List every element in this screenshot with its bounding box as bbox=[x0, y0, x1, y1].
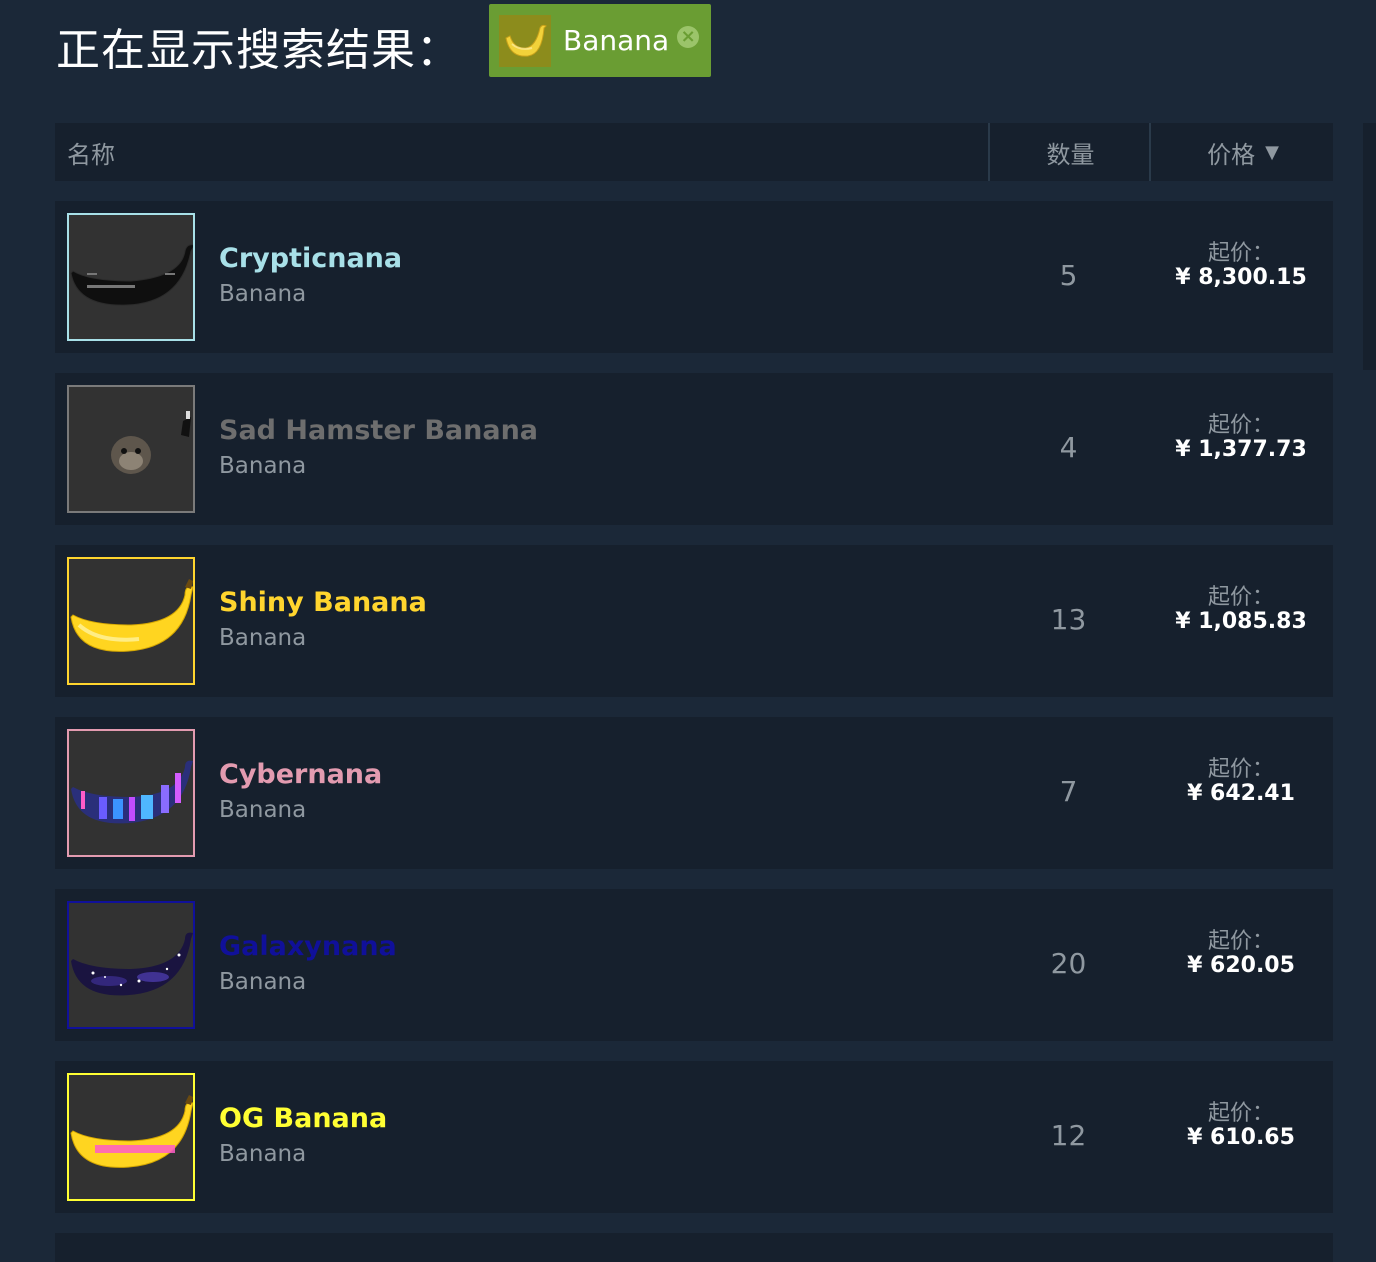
og-banana-icon bbox=[67, 1073, 195, 1201]
filter-tag-banana[interactable]: Banana × bbox=[489, 4, 711, 77]
item-name[interactable]: Galaxynana bbox=[219, 931, 397, 962]
item-name[interactable]: Cybernana bbox=[219, 759, 382, 790]
column-header-price[interactable]: 价格 ▼ bbox=[1149, 123, 1335, 181]
table-row[interactable]: Sad Hamster Banana Banana 4 起价： ¥ 1,377.… bbox=[55, 373, 1333, 525]
column-header-name: 名称 bbox=[67, 140, 115, 169]
hamster-banana-icon bbox=[67, 385, 195, 513]
filter-tag-label: Banana bbox=[563, 24, 670, 57]
item-name[interactable]: OG Banana bbox=[219, 1103, 387, 1134]
price-label: 起价： bbox=[1207, 585, 1274, 610]
item-price: ¥ 620.05 bbox=[1187, 953, 1295, 978]
item-name[interactable]: Sad Hamster Banana bbox=[219, 415, 538, 446]
item-price: ¥ 8,300.15 bbox=[1175, 265, 1307, 290]
scrollbar[interactable] bbox=[1363, 123, 1376, 370]
column-header-price-label: 价格 bbox=[1207, 140, 1256, 169]
price-label: 起价： bbox=[1207, 757, 1274, 782]
price-label: 起价： bbox=[1207, 413, 1274, 438]
price-label: 起价： bbox=[1207, 1101, 1274, 1126]
item-game: Banana bbox=[219, 281, 307, 307]
close-circle-icon[interactable]: × bbox=[677, 25, 700, 48]
cryptic-banana-icon bbox=[67, 213, 195, 341]
shiny-banana-icon bbox=[67, 557, 195, 685]
item-game: Banana bbox=[219, 625, 307, 651]
sort-descending-icon: ▼ bbox=[1265, 141, 1279, 163]
item-game: Banana bbox=[219, 969, 307, 995]
market-search-page: 正在显示搜索结果： Banana × 名称 数量 价格 ▼ Crypticnan… bbox=[0, 0, 1376, 1262]
table-row[interactable]: OG Banana Banana 12 起价： ¥ 610.65 bbox=[55, 1061, 1333, 1213]
item-game: Banana bbox=[219, 1141, 307, 1167]
price-label: 起价： bbox=[1207, 929, 1274, 954]
banana-icon bbox=[499, 14, 551, 67]
table-row[interactable] bbox=[55, 1233, 1333, 1262]
price-label: 起价： bbox=[1207, 241, 1274, 266]
item-quantity: 4 bbox=[1059, 431, 1078, 464]
item-price: ¥ 642.41 bbox=[1187, 781, 1295, 806]
column-header-quantity[interactable]: 数量 bbox=[988, 123, 1151, 181]
item-game: Banana bbox=[219, 797, 307, 823]
item-quantity: 5 bbox=[1059, 259, 1078, 292]
item-price: ¥ 1,085.83 bbox=[1175, 609, 1307, 634]
item-price: ¥ 1,377.73 bbox=[1175, 437, 1307, 462]
search-results-title: 正在显示搜索结果： bbox=[56, 25, 461, 76]
galaxy-banana-icon bbox=[67, 901, 195, 1029]
item-quantity: 13 bbox=[1050, 603, 1087, 636]
item-name[interactable]: Crypticnana bbox=[219, 243, 402, 274]
item-name[interactable]: Shiny Banana bbox=[219, 587, 427, 618]
cyber-banana-icon bbox=[67, 729, 195, 857]
table-row[interactable]: Crypticnana Banana 5 起价： ¥ 8,300.15 bbox=[55, 201, 1333, 353]
item-price: ¥ 610.65 bbox=[1187, 1125, 1295, 1150]
table-row[interactable]: Cybernana Banana 7 起价： ¥ 642.41 bbox=[55, 717, 1333, 869]
item-quantity: 12 bbox=[1050, 1119, 1087, 1152]
item-quantity: 20 bbox=[1050, 947, 1087, 980]
results-table-header: 名称 数量 价格 ▼ bbox=[55, 123, 1333, 181]
table-row[interactable]: Galaxynana Banana 20 起价： ¥ 620.05 bbox=[55, 889, 1333, 1041]
item-game: Banana bbox=[219, 453, 307, 479]
table-row[interactable]: Shiny Banana Banana 13 起价： ¥ 1,085.83 bbox=[55, 545, 1333, 697]
item-quantity: 7 bbox=[1059, 775, 1078, 808]
